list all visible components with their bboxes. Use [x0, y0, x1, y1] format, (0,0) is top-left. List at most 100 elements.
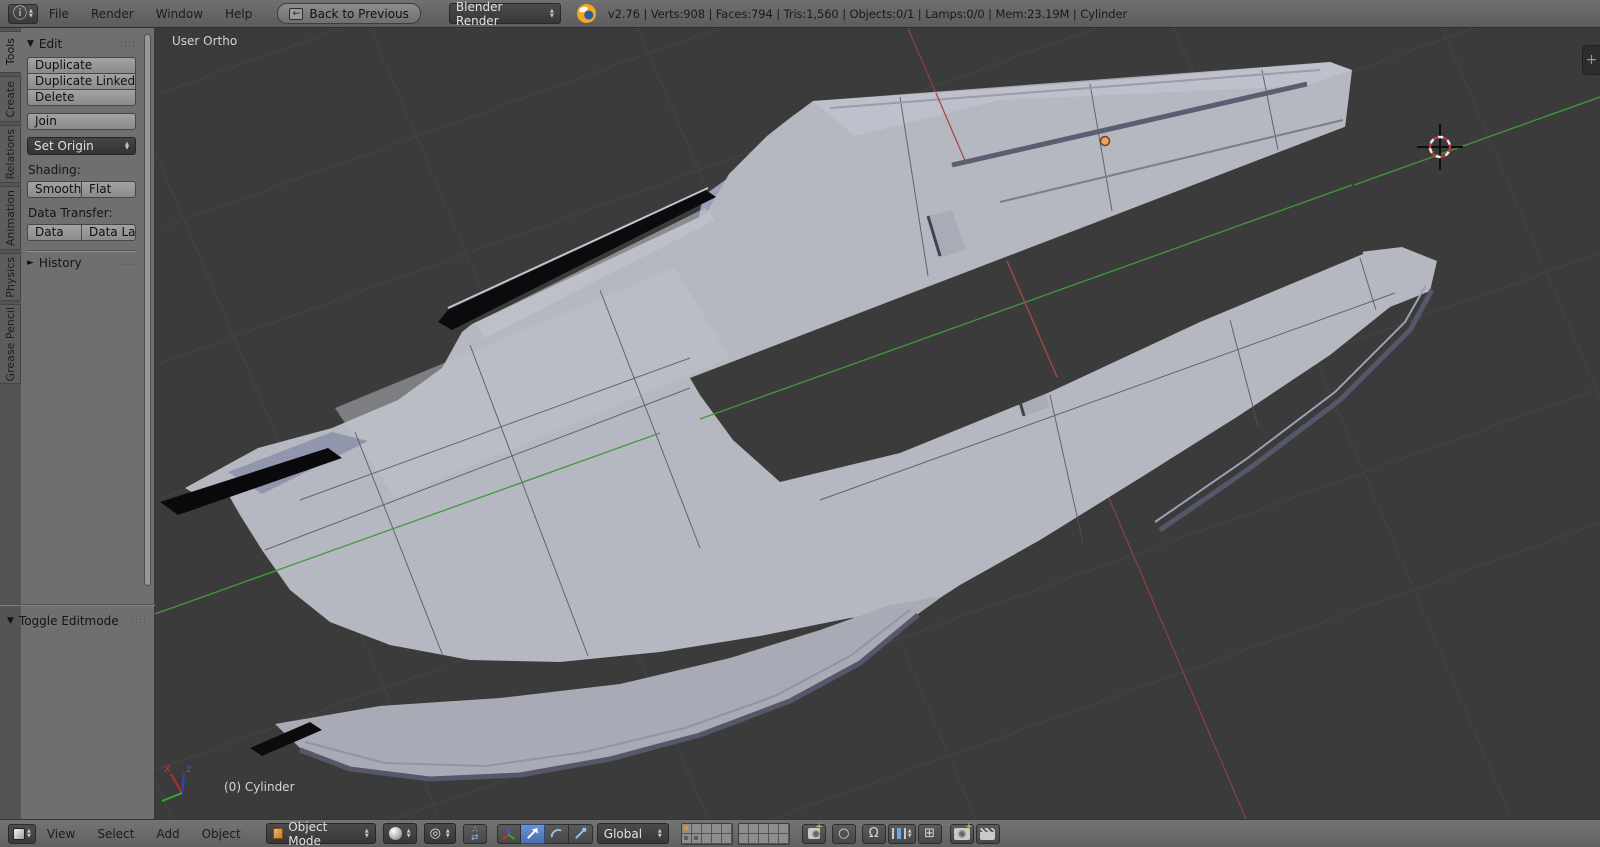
active-layer-dot	[684, 826, 689, 830]
rotate-manipulator-button[interactable]	[544, 823, 569, 844]
clapperboard-icon	[980, 827, 996, 840]
magnet-icon: Ω	[868, 826, 879, 841]
tab-create[interactable]: Create	[0, 76, 21, 122]
join-button[interactable]: Join	[27, 113, 136, 130]
snap-element-icon	[891, 828, 906, 839]
history-panel-header[interactable]: ► History ::::	[27, 256, 136, 270]
tab-tools[interactable]: Tools	[0, 31, 21, 73]
layer-object-dot	[694, 836, 699, 840]
panel-grip-icon: ::::	[130, 616, 147, 626]
menu-add[interactable]: Add	[145, 827, 190, 841]
set-origin-label: Set Origin	[34, 139, 94, 153]
render-engine-value: Blender Render	[455, 0, 503, 28]
menu-object[interactable]: Object	[191, 827, 252, 841]
mini-axis-gizmo: X z	[161, 764, 191, 802]
snap-target-icon: ⊞	[924, 826, 936, 841]
viewport-canvas[interactable]: X z User Ortho (0) Cylinder +	[155, 28, 1600, 819]
data-layout-button[interactable]: Data La	[82, 224, 136, 241]
render-engine-dropdown[interactable]: Blender Render ▲ ▼	[448, 0, 561, 28]
menu-render[interactable]: Render	[80, 7, 145, 21]
snap-target-button[interactable]: ⊞	[917, 823, 942, 844]
layers-group-1[interactable]	[680, 822, 733, 845]
menu-view[interactable]: View	[36, 827, 86, 841]
panel-open-icon: ▼	[7, 616, 14, 626]
opengl-render-button[interactable]	[949, 822, 974, 844]
edit-panel-header[interactable]: ▼ Edit ::::	[27, 37, 136, 51]
scene-statistics: v2.76 | Verts:908 | Faces:794 | Tris:1,5…	[607, 6, 1128, 21]
panel-closed-icon: ►	[27, 258, 34, 268]
chevron-updown-icon: ▲ ▼	[125, 140, 129, 151]
duplicate-linked-button[interactable]: Duplicate Linked	[27, 73, 136, 90]
top-info-bar: ⓘ ▲ ▼ File Render Window Help ← Back to P…	[0, 0, 1600, 28]
snap-element-dropdown[interactable]: ▲ ▼	[887, 823, 916, 844]
object-mode-icon	[272, 828, 284, 839]
history-panel-title: History	[38, 256, 82, 270]
delete-button[interactable]: Delete	[27, 89, 136, 106]
render-camera-icon	[953, 822, 973, 840]
translate-arrow-icon	[526, 827, 538, 839]
interaction-mode-dropdown[interactable]: Object Mode ▲ ▼	[265, 819, 376, 847]
panel-open-icon: ▼	[27, 39, 34, 49]
3d-cursor	[1417, 124, 1463, 170]
interaction-mode-value: Object Mode	[288, 819, 328, 847]
scale-manipulator-button[interactable]	[568, 823, 593, 844]
panel-divider	[27, 250, 136, 252]
back-to-previous-button[interactable]: ← Back to Previous	[277, 3, 421, 24]
tool-shelf: Tools Create Relations Animation Physics…	[0, 28, 155, 819]
edit-panel-title: Edit	[38, 37, 63, 51]
properties-region-expand-tab[interactable]: +	[1582, 45, 1600, 75]
menu-file[interactable]: File	[38, 7, 80, 21]
axis-tripod-icon	[502, 827, 515, 840]
tab-grease-pencil[interactable]: Grease Pencil	[0, 304, 21, 384]
view3d-editor-selector[interactable]: ▲ ▼	[8, 823, 36, 844]
axis-tripod-button[interactable]	[496, 823, 521, 844]
menu-select[interactable]: Select	[86, 827, 145, 841]
object-origin-dot	[1099, 135, 1111, 147]
viewport-scene: X z	[155, 28, 1600, 819]
viewport-shading-dropdown[interactable]: ▲ ▼	[382, 823, 417, 844]
shading-label: Shading:	[28, 163, 81, 177]
blender-window: ⓘ ▲ ▼ File Render Window Help ← Back to P…	[0, 0, 1600, 847]
tool-shelf-scrollbar[interactable]	[144, 34, 151, 586]
layers-group-2[interactable]	[737, 822, 790, 845]
opengl-render-animation-button[interactable]	[975, 823, 1000, 844]
gizmo-x-label: X	[164, 764, 171, 775]
back-arrow-icon: ←	[289, 7, 304, 20]
pivot-icon: ◎	[429, 826, 441, 841]
orientation-value: Global	[603, 826, 643, 841]
back-to-previous-label: Back to Previous	[309, 6, 409, 21]
info-editor-selector[interactable]: ⓘ ▲ ▼	[8, 3, 38, 24]
tab-physics[interactable]: Physics	[0, 253, 21, 301]
menu-help[interactable]: Help	[214, 7, 263, 21]
set-origin-dropdown[interactable]: Set Origin ▲ ▼	[27, 137, 136, 155]
translate-manipulator-button[interactable]	[520, 823, 545, 844]
toggle-editmode-title: Toggle Editmode	[18, 614, 119, 628]
data-transfer-button[interactable]: Data	[27, 224, 82, 241]
scale-arrow-icon	[574, 827, 586, 839]
pivot-point-dropdown[interactable]: ◎ ▲ ▼	[423, 823, 456, 844]
duplicate-button[interactable]: Duplicate	[27, 57, 136, 74]
operator-redo-panel: ▼ Toggle Editmode ::::	[0, 604, 155, 819]
transform-orientation-dropdown[interactable]: Global ▲ ▼	[596, 823, 669, 844]
data-transfer-label: Data Transfer:	[28, 206, 113, 220]
proportional-edit-button[interactable]: ○	[831, 823, 856, 844]
menu-window[interactable]: Window	[145, 7, 214, 21]
shade-smooth-button[interactable]: Smooth	[27, 181, 82, 198]
lock-to-scene-button[interactable]	[801, 822, 826, 844]
chevron-updown-icon: ▲ ▼	[550, 8, 554, 19]
snap-toggle-button[interactable]: Ω	[861, 823, 886, 844]
view3d-header-bar: ▲ ▼ View Select Add Object Object Mode ▲ ▼…	[0, 819, 1600, 847]
gizmo-z-label: z	[186, 764, 191, 775]
layer-object-dot	[684, 836, 689, 840]
tab-animation[interactable]: Animation	[0, 186, 21, 250]
panel-grip-icon: ::::	[119, 39, 136, 49]
toggle-editmode-header[interactable]: ▼ Toggle Editmode ::::	[7, 614, 147, 628]
manipulator-toggle-button[interactable]: ∴ ⇄	[462, 823, 487, 844]
chevron-updown-icon: ▲ ▼	[27, 828, 31, 839]
viewport-editor-icon	[13, 827, 25, 840]
tab-relations[interactable]: Relations	[0, 125, 21, 183]
shade-flat-button[interactable]: Flat	[82, 181, 136, 198]
blender-logo	[576, 4, 596, 23]
spaceship-model	[160, 62, 1437, 782]
proportional-circle-icon: ○	[838, 826, 850, 841]
